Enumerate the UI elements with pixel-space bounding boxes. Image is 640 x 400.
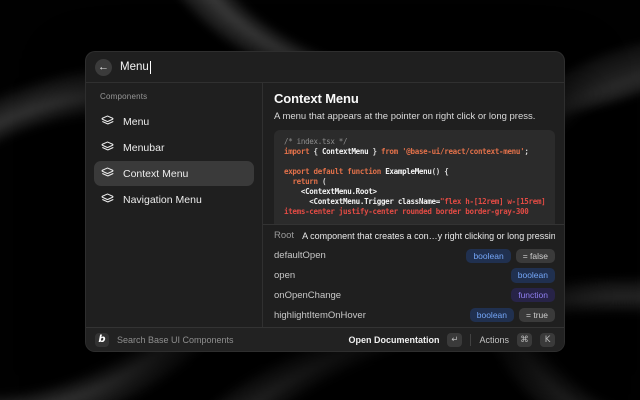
- prop-row-Root[interactable]: Root A component that creates a con…y rig…: [274, 226, 555, 246]
- prop-badges: boolean = false: [466, 249, 555, 263]
- sidebar: Components Menu Menubar Context Menu Naviga…: [86, 83, 263, 327]
- prop-name: defaultOpen: [274, 250, 326, 261]
- prop-badge-function: function: [511, 288, 555, 302]
- layers-icon: [101, 193, 114, 206]
- prop-row-highlightItemOnHover[interactable]: highlightItemOnHover boolean = true: [274, 305, 555, 325]
- prop-badge-boolean: boolean: [511, 268, 555, 282]
- code-line: export default function ExampleMenu() {: [284, 167, 545, 177]
- prop-name: open: [274, 270, 295, 281]
- command-palette-window: ← Menu Components Menu Menubar Context Men…: [85, 51, 565, 352]
- open-documentation-button[interactable]: Open Documentation: [348, 335, 439, 345]
- prop-badges: boolean: [511, 268, 555, 282]
- code-block: /* index.tsx */import { ContextMenu } fr…: [274, 130, 555, 224]
- prop-description: A component that creates a con…y right c…: [302, 231, 555, 241]
- prop-row-onOpenChange[interactable]: onOpenChange function: [274, 285, 555, 305]
- prop-badge-true: = true: [519, 308, 555, 322]
- footer-brand-label: Search Base UI Components: [117, 335, 340, 345]
- props-list: Root A component that creates a con…y rig…: [263, 224, 564, 327]
- sidebar-item-menu[interactable]: Menu: [94, 109, 254, 134]
- prop-row-open[interactable]: open boolean: [274, 266, 555, 286]
- prop-name: Root: [274, 230, 294, 241]
- code-line: [284, 157, 545, 167]
- code-line: <ContextMenu.Trigger className="flex h-[…: [284, 197, 545, 207]
- prop-badges: boolean = true: [470, 308, 555, 322]
- search-value: Menu: [120, 61, 149, 73]
- code-line: <ContextMenu.Root>: [284, 187, 545, 197]
- back-arrow-icon: ←: [98, 62, 109, 73]
- sidebar-item-context-menu[interactable]: Context Menu: [94, 161, 254, 186]
- prop-badge-false: = false: [516, 249, 555, 263]
- search-bar: ← Menu: [86, 52, 564, 83]
- k-key-badge: K: [540, 333, 555, 347]
- prop-badges: function: [511, 288, 555, 302]
- code-line: return (: [284, 177, 545, 187]
- prop-badge-boolean: boolean: [466, 249, 510, 263]
- footer-divider: [470, 334, 471, 346]
- text-caret: [150, 61, 151, 74]
- layers-icon: [101, 115, 114, 128]
- prop-badge-boolean: boolean: [470, 308, 514, 322]
- code-line: items-center justify-center rounded bord…: [284, 207, 545, 217]
- prop-name: highlightItemOnHover: [274, 310, 366, 321]
- window-body: Components Menu Menubar Context Menu Naviga…: [86, 83, 564, 327]
- prop-name: onOpenChange: [274, 290, 341, 301]
- base-ui-logo: b: [95, 333, 109, 347]
- detail-panel: Context Menu A menu that appears at the …: [263, 83, 564, 327]
- layers-icon: [101, 141, 114, 154]
- sidebar-item-menubar[interactable]: Menubar: [94, 135, 254, 160]
- back-button[interactable]: ←: [95, 59, 112, 76]
- sidebar-item-label: Menu: [123, 116, 149, 128]
- sidebar-section-label: Components: [100, 92, 254, 101]
- detail-header: Context Menu A menu that appears at the …: [263, 83, 564, 224]
- layers-icon: [101, 167, 114, 180]
- prop-row-defaultOpen[interactable]: defaultOpen boolean = false: [274, 246, 555, 266]
- component-description: A menu that appears at the pointer on ri…: [274, 111, 555, 122]
- enter-key-badge: ↵: [447, 333, 462, 347]
- code-line: /* index.tsx */: [284, 137, 545, 147]
- sidebar-item-label: Context Menu: [123, 168, 188, 180]
- sidebar-item-label: Menubar: [123, 142, 164, 154]
- sidebar-list: Menu Menubar Context Menu Navigation Menu: [94, 109, 254, 213]
- footer-bar: b Search Base UI Components Open Documen…: [86, 327, 564, 351]
- actions-button[interactable]: Actions: [479, 335, 509, 345]
- logo-glyph: b: [98, 334, 105, 345]
- sidebar-item-navigation-menu[interactable]: Navigation Menu: [94, 187, 254, 212]
- search-input[interactable]: Menu: [120, 61, 151, 74]
- cmd-key-badge: ⌘: [517, 333, 532, 347]
- page-title: Context Menu: [274, 91, 555, 106]
- code-line: import { ContextMenu } from '@base-ui/re…: [284, 147, 545, 157]
- sidebar-item-label: Navigation Menu: [123, 194, 202, 206]
